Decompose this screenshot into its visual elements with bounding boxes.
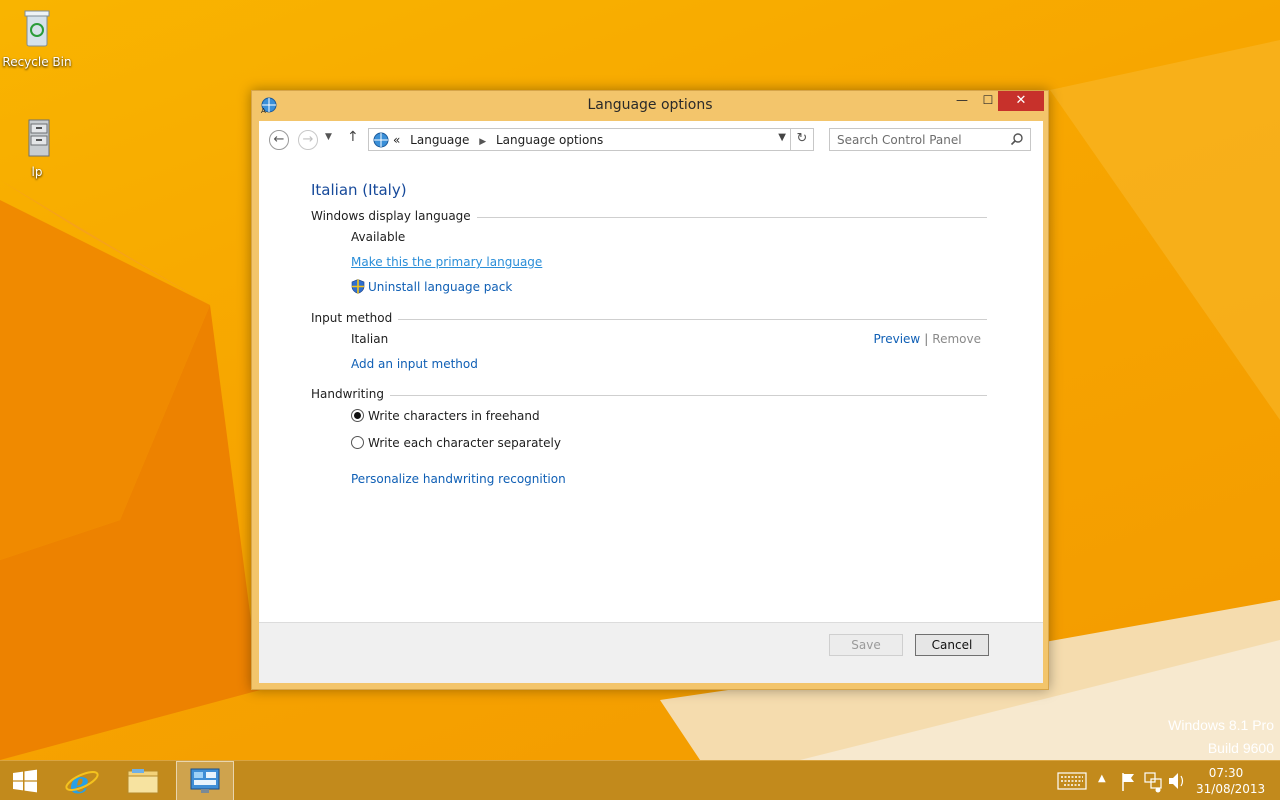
breadcrumb-separator-icon[interactable]: ▶	[479, 137, 486, 147]
os-watermark: Windows 8.1 Pro Build 9600	[1168, 714, 1274, 760]
uac-shield-icon	[351, 279, 365, 294]
file-cabinet-icon	[28, 119, 50, 157]
language-globe-icon	[373, 132, 389, 148]
breadcrumb-language-options[interactable]: Language options	[496, 133, 603, 147]
breadcrumb-prefix[interactable]: «	[393, 133, 400, 147]
section-handwriting: Handwriting	[311, 387, 987, 403]
remove-link[interactable]: Remove	[932, 332, 981, 346]
forward-button[interactable]: →	[298, 130, 318, 150]
watermark-build: Build 9600	[1207, 740, 1274, 756]
input-method-row: Italian Preview | Remove	[351, 327, 987, 352]
internet-explorer-icon: e	[65, 766, 99, 800]
desktop-icon-label: Recycle Bin	[2, 55, 72, 69]
section-divider	[311, 395, 987, 396]
taskbar-internet-explorer[interactable]: e	[56, 761, 108, 800]
network-icon[interactable]	[1142, 761, 1164, 800]
desktop-icon-lp[interactable]: lp	[0, 116, 74, 179]
make-primary-row: Make this the primary language	[351, 250, 987, 275]
volume-icon[interactable]	[1166, 761, 1188, 800]
address-dropdown-icon[interactable]: ▼	[778, 132, 786, 143]
input-method-name: Italian	[351, 332, 389, 346]
personalize-row: Personalize handwriting recognition	[351, 467, 987, 492]
window-title: Language options	[587, 97, 713, 113]
minimize-button[interactable]: —	[948, 91, 976, 111]
page-title: Italian (Italy)	[311, 181, 407, 199]
radio-separate[interactable]	[351, 436, 364, 449]
radio-separate-label[interactable]: Write each character separately	[368, 436, 561, 450]
clock-date: 31/08/2013	[1196, 782, 1266, 796]
touch-keyboard-icon[interactable]	[1056, 761, 1088, 800]
up-button[interactable]: ↑	[347, 129, 359, 145]
radio-freehand[interactable]	[351, 409, 364, 422]
cancel-button[interactable]: Cancel	[915, 634, 989, 656]
address-bar[interactable]: « Language ▶ Language options ▼	[368, 128, 791, 151]
handwriting-freehand-option[interactable]: Write characters in freehand	[351, 403, 987, 430]
taskbar-file-explorer[interactable]	[116, 761, 170, 800]
handwriting-separate-option[interactable]: Write each character separately	[351, 430, 987, 457]
back-button[interactable]: ←	[269, 130, 289, 150]
language-options-content: Italian (Italy) Windows display language…	[311, 181, 987, 492]
uninstall-row: Uninstall language pack	[351, 275, 987, 300]
title-bar[interactable]: A Language options — ☐ ✕	[252, 91, 1048, 121]
dialog-footer: Save Cancel	[259, 622, 1043, 683]
breadcrumb-language[interactable]: Language	[410, 133, 469, 147]
display-language-status: Available	[351, 230, 406, 244]
add-input-method-link[interactable]: Add an input method	[351, 357, 478, 371]
add-input-method-row: Add an input method	[351, 352, 987, 377]
navigation-bar: ← → ▼ ↑ « Language ▶ Language options ▼ …	[259, 121, 1043, 157]
search-placeholder: Search Control Panel	[837, 133, 962, 147]
control-panel-icon	[190, 768, 220, 793]
recycle-bin-icon	[24, 10, 50, 47]
section-divider	[311, 319, 987, 320]
windows-logo-icon	[13, 769, 37, 793]
input-method-actions: Preview | Remove	[874, 327, 981, 352]
radio-freehand-label[interactable]: Write characters in freehand	[368, 409, 540, 423]
search-input[interactable]: Search Control Panel	[829, 128, 1031, 151]
system-clock[interactable]: 07:30 31/08/2013	[1196, 765, 1266, 797]
section-input-method: Input method	[311, 311, 987, 327]
svg-text:e: e	[70, 766, 89, 800]
section-label: Input method	[311, 311, 399, 325]
action-center-flag-icon[interactable]	[1118, 761, 1138, 800]
desktop-icon-recycle-bin[interactable]: Recycle Bin	[0, 6, 74, 69]
link-separator: |	[924, 332, 929, 346]
show-hidden-icons-icon[interactable]: ▲	[1098, 773, 1106, 789]
preview-link[interactable]: Preview	[874, 332, 921, 346]
taskbar: e ▲ 07:30 31/08/2013	[0, 760, 1280, 800]
breadcrumb: « Language ▶ Language options	[393, 133, 609, 147]
folder-icon	[127, 769, 159, 794]
refresh-button[interactable]: ↻	[791, 128, 814, 151]
clock-time: 07:30	[1208, 766, 1244, 780]
window-client-area: ← → ▼ ↑ « Language ▶ Language options ▼ …	[259, 121, 1043, 683]
uninstall-language-pack-link[interactable]: Uninstall language pack	[368, 280, 512, 294]
search-icon[interactable]	[1010, 132, 1024, 146]
personalize-handwriting-link[interactable]: Personalize handwriting recognition	[351, 472, 566, 486]
section-label: Handwriting	[311, 387, 390, 401]
desktop-icon-label: lp	[31, 165, 43, 179]
close-button[interactable]: ✕	[998, 91, 1044, 111]
recent-locations-dropdown[interactable]: ▼	[325, 132, 332, 142]
watermark-edition: Windows 8.1 Pro	[1168, 717, 1274, 733]
language-options-window: A Language options — ☐ ✕ ← → ▼ ↑ « Langu…	[251, 90, 1049, 690]
section-label: Windows display language	[311, 209, 477, 223]
save-button[interactable]: Save	[829, 634, 903, 656]
start-button[interactable]	[0, 761, 50, 800]
taskbar-control-panel[interactable]	[176, 761, 234, 800]
make-primary-language-link[interactable]: Make this the primary language	[351, 255, 542, 269]
section-display-language: Windows display language	[311, 209, 987, 225]
